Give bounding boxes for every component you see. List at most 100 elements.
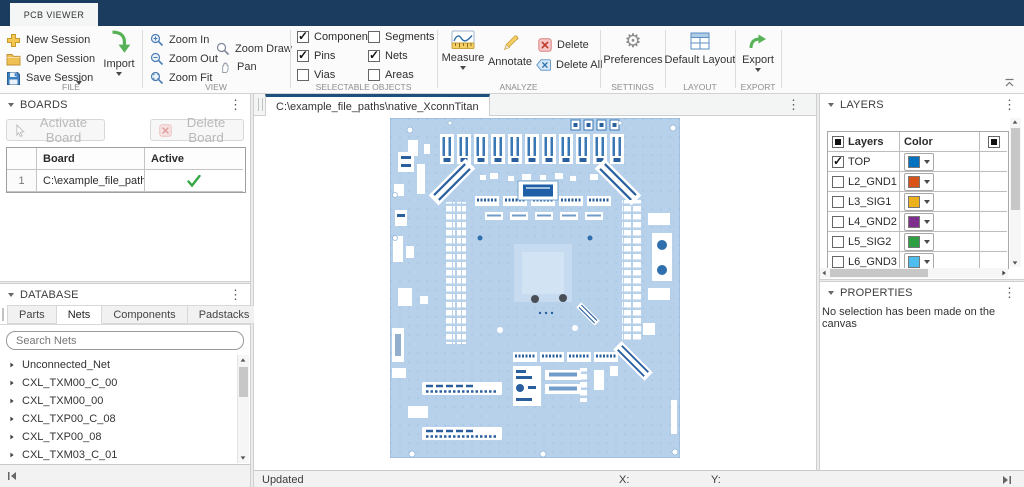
open-session-button[interactable]: Open Session: [6, 51, 95, 67]
collapse-right-icon[interactable]: [1002, 475, 1012, 487]
default-layout-button[interactable]: Default Layout: [663, 30, 737, 66]
layer-color-dropdown[interactable]: [904, 153, 934, 171]
layers-hscrollbar[interactable]: [820, 268, 1008, 278]
scroll-up-icon[interactable]: [241, 358, 246, 361]
components-checkbox[interactable]: [297, 31, 309, 43]
boards-menu-icon[interactable]: ⋮: [229, 98, 242, 111]
nets-checkbox-row[interactable]: Nets: [368, 50, 408, 62]
annotate-button[interactable]: Annotate: [486, 32, 534, 68]
net-tree-item[interactable]: CXL_TXM00_00: [10, 392, 103, 410]
layer-row[interactable]: L6_GND3: [828, 252, 1008, 269]
expand-icon[interactable]: [10, 453, 13, 458]
scroll-down-icon[interactable]: [1013, 261, 1018, 264]
layer-row[interactable]: L2_GND1: [828, 172, 1008, 192]
expand-icon[interactable]: [10, 417, 13, 422]
delete-all-button[interactable]: Delete All: [536, 57, 602, 73]
layers-select-all-checkbox[interactable]: [832, 136, 844, 148]
export-button[interactable]: Export: [737, 30, 779, 72]
pcb-canvas[interactable]: [254, 116, 816, 470]
layer-color-dropdown[interactable]: [904, 173, 934, 191]
layers-extra-checkbox[interactable]: [988, 136, 1000, 148]
tab-pcb-viewer[interactable]: PCB VIEWER: [10, 3, 98, 26]
import-button[interactable]: Import: [100, 30, 138, 76]
collapse-left-icon[interactable]: [7, 471, 17, 484]
layer-row[interactable]: TOP: [828, 152, 1008, 172]
layers-menu-icon[interactable]: ⋮: [1003, 98, 1016, 111]
nets-checkbox[interactable]: [368, 50, 380, 62]
layer-checkbox[interactable]: [832, 156, 844, 168]
zoom-in-button[interactable]: Zoom In: [150, 32, 209, 48]
vias-checkbox[interactable]: [297, 69, 309, 81]
layers-vscrollbar[interactable]: [1010, 118, 1021, 267]
pins-checkbox[interactable]: [297, 50, 309, 62]
measure-button[interactable]: Measure: [440, 30, 486, 70]
expand-icon[interactable]: [10, 381, 13, 386]
net-tree-item[interactable]: CXL_TXP00_C_08: [10, 410, 116, 428]
tab-padstacks[interactable]: Padstacks: [188, 305, 262, 324]
search-nets-input[interactable]: [6, 331, 244, 350]
pins-checkbox-row[interactable]: Pins: [297, 50, 335, 62]
tab-nets[interactable]: Nets: [57, 305, 103, 324]
export-dropdown[interactable]: [755, 68, 761, 72]
net-tree-item[interactable]: CXL_TXP00_08: [10, 428, 102, 446]
tab-parts[interactable]: Parts: [7, 305, 57, 324]
layer-checkbox[interactable]: [832, 176, 844, 188]
scroll-thumb[interactable]: [239, 367, 248, 397]
vias-checkbox-row[interactable]: Vias: [297, 69, 335, 81]
layer-color-dropdown[interactable]: [904, 233, 934, 251]
tab-components[interactable]: Components: [102, 305, 187, 324]
layer-checkbox[interactable]: [832, 256, 844, 268]
properties-menu-icon[interactable]: ⋮: [1003, 286, 1016, 299]
scroll-right-icon[interactable]: [1002, 270, 1005, 275]
database-menu-icon[interactable]: ⋮: [229, 288, 242, 301]
database-vscrollbar[interactable]: [237, 355, 249, 463]
expand-icon[interactable]: [10, 363, 13, 368]
zoom-out-button[interactable]: Zoom Out: [150, 51, 218, 67]
canvas-tab[interactable]: C:\example_file_paths\native_XconnTitan: [265, 94, 490, 116]
activate-board-button[interactable]: Activate Board: [6, 119, 105, 141]
pan-button[interactable]: Pan: [219, 59, 257, 75]
areas-checkbox-row[interactable]: Areas: [368, 69, 414, 81]
zoom-draw-button[interactable]: Zoom Draw: [216, 41, 292, 57]
areas-checkbox[interactable]: [368, 69, 380, 81]
scroll-left-icon[interactable]: [822, 270, 825, 275]
expand-icon[interactable]: [10, 435, 13, 440]
expand-icon[interactable]: [10, 399, 13, 404]
net-tree-item[interactable]: CXL_TXM00_C_00: [10, 374, 117, 392]
board-table-row[interactable]: 1 C:\example_file_paths\...: [7, 170, 245, 192]
layer-row[interactable]: L5_SIG2: [828, 232, 1008, 252]
components-checkbox-row[interactable]: Components: [297, 31, 376, 43]
delete-board-button[interactable]: Delete Board: [150, 119, 244, 141]
canvas-menu-icon[interactable]: ⋮: [787, 98, 800, 111]
layout-grid-icon: [690, 30, 710, 52]
layer-row[interactable]: L3_SIG1: [828, 192, 1008, 212]
layer-row[interactable]: L4_GND2: [828, 212, 1008, 232]
layer-checkbox[interactable]: [832, 236, 844, 248]
import-dropdown[interactable]: [116, 72, 122, 76]
properties-collapse-icon[interactable]: [828, 291, 834, 295]
layers-collapse-icon[interactable]: [828, 103, 834, 107]
segments-checkbox-row[interactable]: Segments: [368, 31, 435, 43]
database-collapse-icon[interactable]: [8, 293, 14, 297]
layer-color-dropdown[interactable]: [904, 193, 934, 211]
scroll-down-icon[interactable]: [241, 456, 246, 459]
boards-collapse-icon[interactable]: [8, 103, 14, 107]
delete-button[interactable]: Delete: [538, 37, 589, 53]
database-tab-grip[interactable]: [2, 308, 4, 321]
scroll-thumb[interactable]: [830, 269, 928, 277]
net-tree-item[interactable]: Unconnected_Net: [10, 356, 110, 374]
layer-color-dropdown[interactable]: [904, 213, 934, 231]
net-tree-item[interactable]: CXL_TXM03_C_01: [10, 446, 117, 464]
measure-dropdown[interactable]: [460, 66, 466, 70]
layer-checkbox[interactable]: [832, 196, 844, 208]
canvas-tab-grip[interactable]: [258, 98, 263, 111]
preferences-button[interactable]: ⚙ Preferences: [604, 30, 662, 66]
layer-checkbox[interactable]: [832, 216, 844, 228]
collapse-toolstrip-icon[interactable]: [1004, 78, 1015, 90]
layer-color-dropdown[interactable]: [904, 253, 934, 270]
canvas-tabbar: C:\example_file_paths\native_XconnTitan …: [254, 94, 816, 116]
scroll-thumb[interactable]: [1011, 128, 1020, 210]
scroll-up-icon[interactable]: [1013, 120, 1018, 123]
segments-checkbox[interactable]: [368, 31, 380, 43]
new-session-button[interactable]: New Session: [6, 32, 90, 48]
